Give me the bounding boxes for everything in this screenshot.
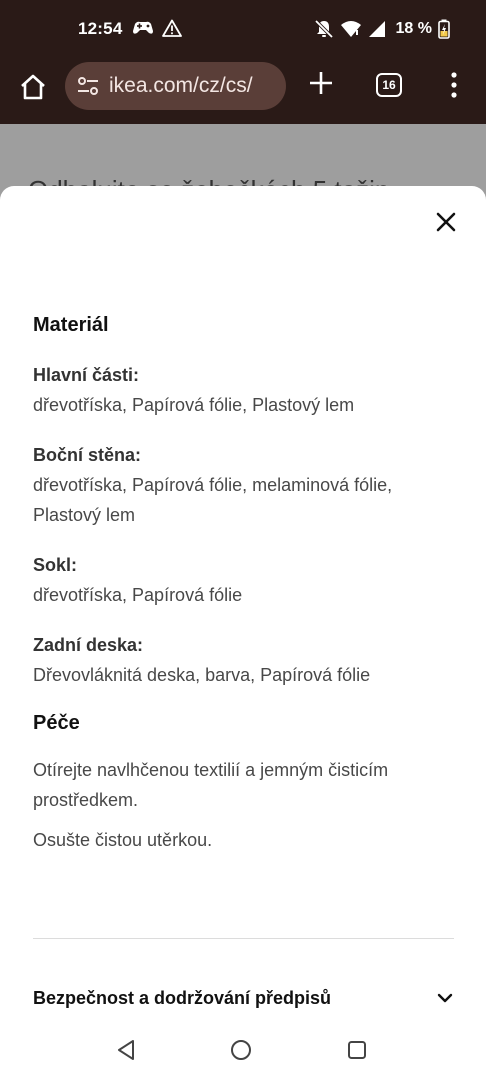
close-icon[interactable] <box>434 210 458 234</box>
material-value: Dřevovláknitá deska, barva, Papírová fól… <box>33 665 371 685</box>
material-label: Sokl: <box>33 555 78 575</box>
material-item: Sokl: dřevotříska, Papírová fólie <box>33 550 455 610</box>
material-item: Hlavní části: dřevotříska, Papírová fóli… <box>33 360 455 420</box>
material-value: dřevotříska, Papírová fólie, melaminová … <box>33 475 393 525</box>
material-value: dřevotříska, Papírová fólie, Plastový le… <box>33 395 355 415</box>
divider <box>33 938 454 939</box>
recent-apps-icon[interactable] <box>345 1038 369 1062</box>
browser-toolbar: ikea.com/cz/cs/ 16 <box>0 62 486 124</box>
accordion-label: Bezpečnost a dodržování předpisů <box>33 987 332 1008</box>
safety-compliance-accordion[interactable]: Bezpečnost a dodržování předpisů <box>33 982 454 1014</box>
status-bar: 12:54 18 % <box>0 0 486 62</box>
site-settings-icon[interactable] <box>77 75 99 97</box>
wifi-icon <box>340 21 361 37</box>
material-label: Zadní deska: <box>33 635 144 655</box>
signal-icon <box>368 21 385 37</box>
care-instruction: Osušte čistou utěrkou. <box>33 830 213 850</box>
url-text: ikea.com/cz/cs/ <box>109 74 253 97</box>
more-options-icon[interactable] <box>444 70 464 100</box>
material-item: Boční stěna: dřevotříska, Papírová fólie… <box>33 440 455 530</box>
material-label: Boční stěna: <box>33 445 142 465</box>
material-item: Zadní deska: Dřevovláknitá deska, barva,… <box>33 630 455 690</box>
tab-switcher-button[interactable]: 16 <box>376 73 402 97</box>
mute-bell-icon <box>314 19 333 39</box>
address-bar[interactable]: ikea.com/cz/cs/ <box>65 62 286 110</box>
material-label: Hlavní části: <box>33 365 140 385</box>
care-title: Péče <box>33 712 80 734</box>
battery-percentage: 18 % <box>395 20 432 37</box>
back-icon[interactable] <box>114 1038 138 1062</box>
status-time: 12:54 <box>78 19 123 38</box>
home-nav-icon[interactable] <box>229 1038 253 1062</box>
battery-charging-icon <box>438 19 450 39</box>
home-icon[interactable] <box>18 72 48 102</box>
chevron-down-icon <box>437 993 453 1003</box>
warning-icon <box>162 19 182 37</box>
product-details-sheet: Materiál Hlavní části: dřevotříska, Papí… <box>0 186 486 1026</box>
game-controller-icon <box>133 21 153 34</box>
material-title: Materiál <box>33 314 109 336</box>
material-value: dřevotříska, Papírová fólie <box>33 585 243 605</box>
care-instruction: Otírejte navlhčenou textilií a jemným či… <box>33 760 389 810</box>
system-navigation-bar <box>0 1026 486 1080</box>
sheet-content: Materiál Hlavní části: dřevotříska, Papí… <box>33 314 455 865</box>
new-tab-icon[interactable] <box>306 68 336 98</box>
